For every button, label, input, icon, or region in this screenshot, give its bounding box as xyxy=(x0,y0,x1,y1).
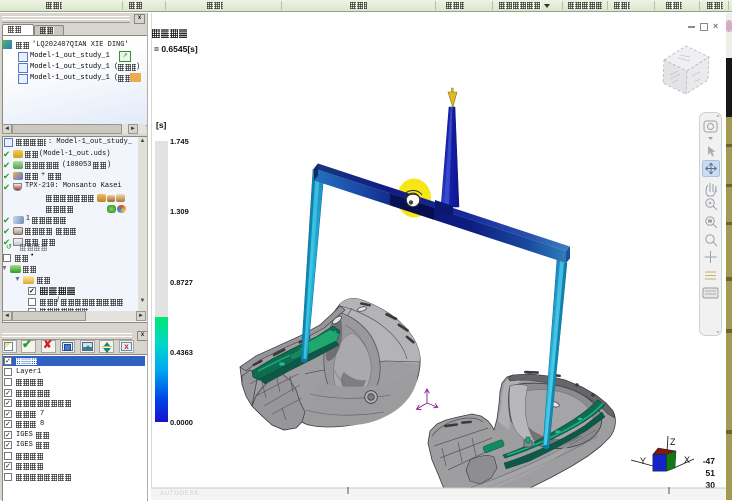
svg-text:Y: Y xyxy=(640,456,646,466)
svg-text:51: 51 xyxy=(706,468,716,478)
svg-text:[s]: [s] xyxy=(156,120,167,130)
svg-text:Z: Z xyxy=(670,437,676,447)
svg-text:0.0000: 0.0000 xyxy=(170,418,193,427)
svg-text:AUTODESK: AUTODESK xyxy=(160,491,199,497)
svg-text:0.4363: 0.4363 xyxy=(170,348,193,357)
svg-text:1.309: 1.309 xyxy=(170,207,189,216)
svg-text:1.745: 1.745 xyxy=(170,137,189,146)
svg-text:-47: -47 xyxy=(703,456,716,466)
svg-text:X: X xyxy=(684,455,690,465)
svg-text:0.8727: 0.8727 xyxy=(170,278,193,287)
